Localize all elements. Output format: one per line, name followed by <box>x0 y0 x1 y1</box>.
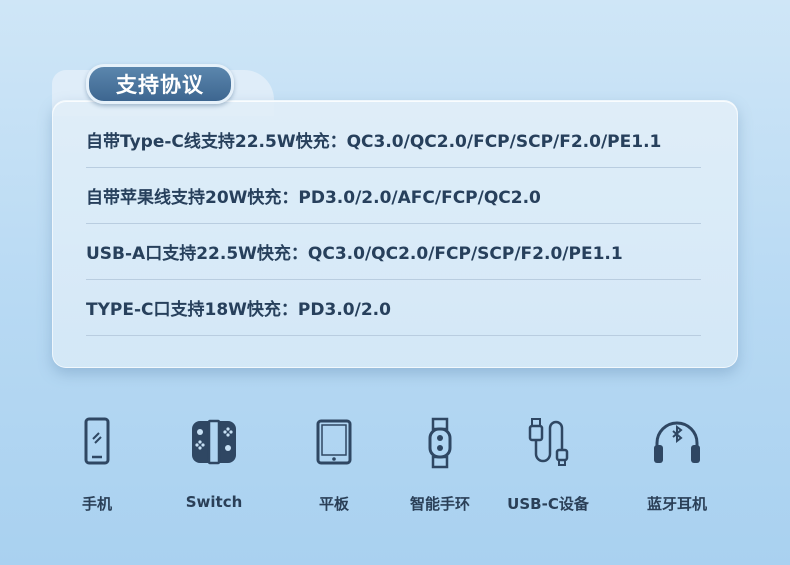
protocol-text: TYPE-C口支持18W快充：PD3.0/2.0 <box>86 299 391 320</box>
section-title: 支持协议 <box>116 73 204 97</box>
usb-c-cable-icon <box>528 418 569 466</box>
tablet-icon <box>316 419 352 465</box>
device-tablet: 平板 <box>274 415 394 515</box>
device-smart-band: 智能手环 <box>380 415 500 515</box>
device-label: 蓝牙耳机 <box>646 495 707 513</box>
protocol-row-4: TYPE-C口支持18W快充：PD3.0/2.0 <box>86 279 701 336</box>
device-label: 手机 <box>81 495 112 513</box>
bluetooth-headphones-icon <box>654 421 700 463</box>
device-switch: Switch <box>154 415 274 515</box>
switch-console-icon <box>192 419 236 465</box>
smart-band-icon <box>428 417 452 469</box>
device-label: USB-C设备 <box>507 495 589 513</box>
device-label: Switch <box>185 493 243 511</box>
device-label: 智能手环 <box>409 495 470 513</box>
device-bluetooth-headphones: 蓝牙耳机 <box>617 415 737 515</box>
device-phone: 手机 <box>37 415 157 515</box>
section-title-badge: 支持协议 <box>86 64 234 104</box>
device-label: 平板 <box>318 495 349 513</box>
protocol-row-2: 自带苹果线支持20W快充：PD3.0/2.0/AFC/FCP/QC2.0 <box>86 167 701 224</box>
device-usb-c: USB-C设备 <box>488 415 608 515</box>
protocol-text: 自带苹果线支持20W快充：PD3.0/2.0/AFC/FCP/QC2.0 <box>86 187 541 208</box>
protocol-text: 自带Type-C线支持22.5W快充：QC3.0/QC2.0/FCP/SCP/F… <box>86 131 662 152</box>
protocol-row-3: USB-A口支持22.5W快充：QC3.0/QC2.0/FCP/SCP/F2.0… <box>86 223 701 280</box>
protocol-text: USB-A口支持22.5W快充：QC3.0/QC2.0/FCP/SCP/F2.0… <box>86 243 623 264</box>
compatible-devices: 手机 Switch 平板 智能手环 USB-C设备 蓝牙耳机 <box>0 415 790 515</box>
protocol-row-1: 自带Type-C线支持22.5W快充：QC3.0/QC2.0/FCP/SCP/F… <box>86 111 701 168</box>
phone-icon <box>84 417 110 465</box>
